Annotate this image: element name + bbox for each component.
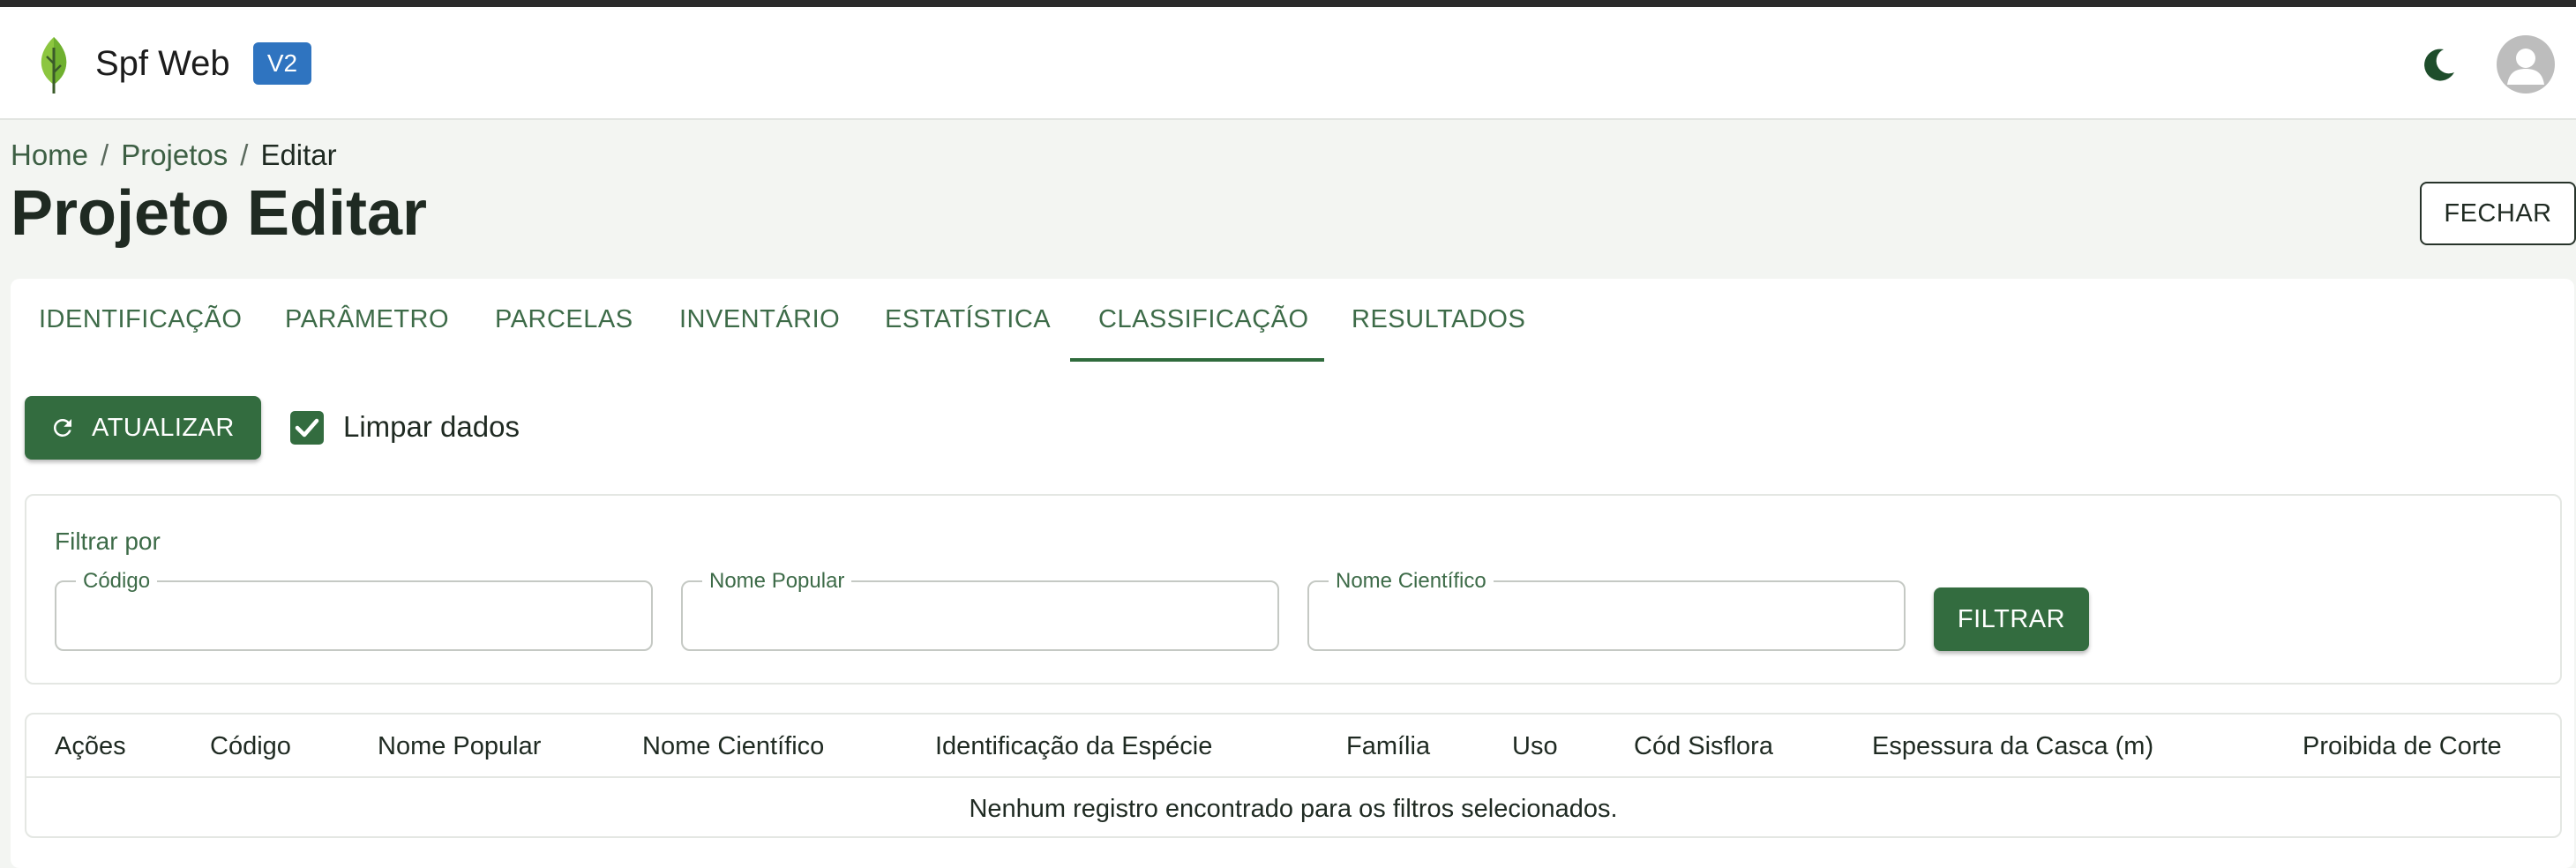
column-proibida-corte[interactable]: Proibida de Corte xyxy=(2303,730,2502,762)
column-uso[interactable]: Uso xyxy=(1512,730,1558,762)
project-card: IDENTIFICAÇÃO PARÂMETRO PARCELAS INVENTÁ… xyxy=(11,279,2574,868)
close-button[interactable]: FECHAR xyxy=(2420,182,2576,245)
column-espessura-casca[interactable]: Espessura da Casca (m) xyxy=(1872,730,2153,762)
breadcrumb-separator: / xyxy=(240,138,249,171)
leaf-icon xyxy=(41,37,67,94)
breadcrumb-current: Editar xyxy=(260,138,337,171)
filter-title: Filtrar por xyxy=(55,528,161,555)
species-table: Ações Código Nome Popular Nome Científic… xyxy=(25,713,2562,838)
update-button-label: ATUALIZAR xyxy=(92,413,235,442)
tab-parametro[interactable]: PARÂMETRO xyxy=(285,302,449,337)
app-brand[interactable]: Spf Web xyxy=(95,42,230,85)
user-avatar-icon[interactable] xyxy=(2497,35,2555,94)
moon-icon[interactable] xyxy=(2419,46,2458,85)
column-familia[interactable]: Família xyxy=(1346,730,1430,762)
codigo-field[interactable]: Código xyxy=(55,570,653,651)
app-bar: Spf Web V2 xyxy=(0,7,2576,120)
check-icon xyxy=(295,418,319,438)
empty-table-message: Nenhum registro encontrado para os filtr… xyxy=(969,795,1618,823)
clear-data-label[interactable]: Limpar dados xyxy=(343,408,520,446)
nome-popular-field[interactable]: Nome Popular xyxy=(681,570,1279,651)
nome-cientifico-input[interactable] xyxy=(1309,582,1904,649)
window-top-strip xyxy=(0,0,2576,7)
tab-parcelas[interactable]: PARCELAS xyxy=(495,302,633,337)
column-acoes[interactable]: Ações xyxy=(55,730,126,762)
filter-button[interactable]: FILTRAR xyxy=(1934,587,2089,651)
nome-popular-input[interactable] xyxy=(683,582,1277,649)
version-badge: V2 xyxy=(253,42,311,85)
refresh-icon xyxy=(53,418,71,437)
tab-estatistica[interactable]: ESTATÍSTICA xyxy=(885,302,1051,337)
column-cod-sisflora[interactable]: Cód Sisflora xyxy=(1634,730,1773,762)
breadcrumb-projetos[interactable]: Projetos xyxy=(121,138,228,171)
column-codigo[interactable]: Código xyxy=(210,730,291,762)
tab-classificacao[interactable]: CLASSIFICAÇÃO xyxy=(1098,302,1309,337)
nome-cientifico-field[interactable]: Nome Científico xyxy=(1307,570,1906,651)
active-tab-indicator xyxy=(1070,358,1324,362)
tab-identificacao[interactable]: IDENTIFICAÇÃO xyxy=(39,302,242,337)
codigo-input[interactable] xyxy=(56,582,651,649)
tab-inventario[interactable]: INVENTÁRIO xyxy=(679,302,840,337)
table-header: Ações Código Nome Popular Nome Científic… xyxy=(26,715,2560,778)
page-title: Projeto Editar xyxy=(11,178,428,249)
filter-panel: Filtrar por Código Nome Popular Nome Cie… xyxy=(25,494,2562,685)
tab-resultados[interactable]: RESULTADOS xyxy=(1352,302,1525,337)
update-button[interactable]: ATUALIZAR xyxy=(25,396,261,460)
breadcrumb-separator: / xyxy=(101,138,109,171)
clear-data-checkbox[interactable] xyxy=(290,411,324,445)
column-nome-popular[interactable]: Nome Popular xyxy=(378,730,541,762)
column-nome-cientifico[interactable]: Nome Científico xyxy=(642,730,824,762)
breadcrumb: Home / Projetos / Editar xyxy=(11,136,337,175)
tab-bar: IDENTIFICAÇÃO PARÂMETRO PARCELAS INVENTÁ… xyxy=(11,279,2574,363)
column-identificacao-especie[interactable]: Identificação da Espécie xyxy=(935,730,1212,762)
breadcrumb-home[interactable]: Home xyxy=(11,138,88,171)
